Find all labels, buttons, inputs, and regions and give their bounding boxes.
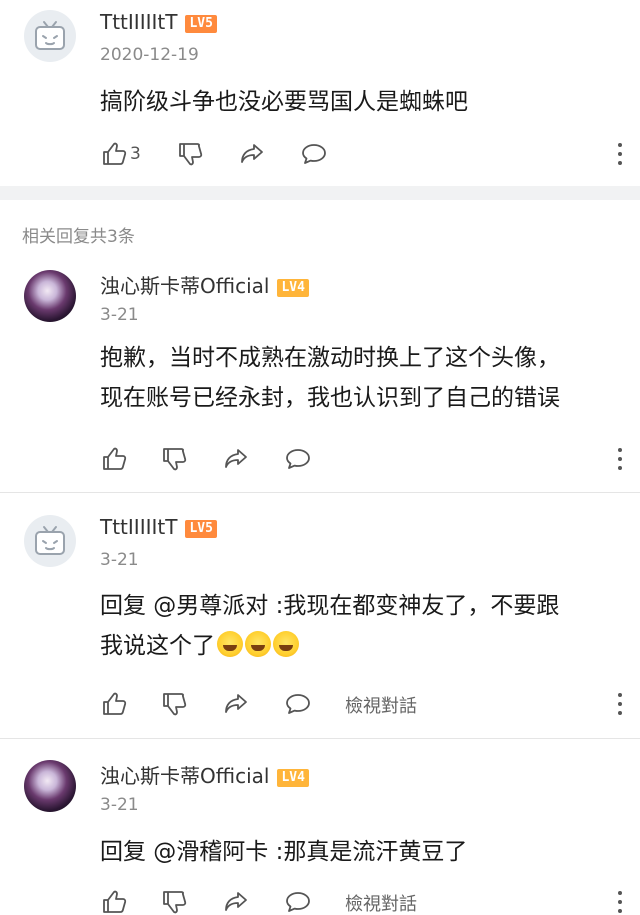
username-text: TttIIIIItT	[100, 515, 178, 539]
action-bar: 檢視對話	[100, 888, 624, 915]
avatar[interactable]	[24, 760, 76, 812]
share-button[interactable]	[222, 888, 250, 915]
reply-button[interactable]	[284, 445, 312, 473]
comment-text-line: 现在账号已经永封，我也认识到了自己的错误	[100, 385, 560, 411]
section-title: 相关回复共3条	[22, 227, 135, 247]
thumb-up-icon	[100, 140, 128, 168]
thumb-up-icon	[100, 690, 128, 718]
tv-avatar-icon	[24, 10, 76, 62]
reply-button[interactable]	[284, 690, 312, 718]
tv-avatar-icon	[24, 515, 76, 567]
comment-date: 3-21	[100, 795, 139, 815]
reply-button[interactable]	[284, 888, 312, 915]
thumb-up-icon	[100, 445, 128, 473]
more-vertical-icon[interactable]	[614, 140, 624, 168]
username[interactable]: 浊心斯卡蒂Official LV4	[100, 760, 309, 789]
view-conversation-link[interactable]: 檢視對話	[345, 890, 417, 915]
comment-text: 抱歉，当时不成熟在激动时换上了这个头像， 现在账号已经永封，我也认识到了自己的错…	[100, 338, 620, 418]
action-bar: 檢視對話	[100, 690, 624, 720]
comment-text-line: 搞阶级斗争也没必要骂国人是蜘蛛吧	[100, 89, 468, 115]
like-count: 3	[130, 144, 141, 164]
thumb-down-icon	[160, 445, 188, 473]
level-badge: LV5	[185, 519, 217, 538]
thumb-up-icon	[100, 888, 128, 915]
comment-icon	[300, 140, 328, 168]
username-text: TttIIIIItT	[100, 10, 178, 34]
username-text: 浊心斯卡蒂Official	[100, 764, 270, 788]
share-button[interactable]	[222, 690, 250, 718]
more-vertical-icon[interactable]	[614, 690, 624, 718]
share-icon	[222, 445, 250, 473]
username-text: 浊心斯卡蒂Official	[100, 274, 270, 298]
comment-text: 回复 @男尊派对 :我现在都变神友了，不要跟 我说这个了	[100, 586, 620, 666]
like-button[interactable]	[100, 445, 128, 473]
reply-button[interactable]	[300, 140, 328, 168]
comment-text-line: 抱歉，当时不成熟在激动时换上了这个头像，	[100, 345, 560, 371]
action-bar	[100, 445, 624, 475]
like-button[interactable]	[100, 690, 128, 718]
comment-icon	[284, 888, 312, 915]
action-bar: 3	[100, 140, 624, 170]
level-badge: LV5	[185, 14, 217, 33]
grin-sweat-emoji-icon	[245, 631, 271, 657]
more-vertical-icon[interactable]	[614, 445, 624, 473]
comment-text-line: 我说这个了	[100, 633, 215, 659]
thumb-down-icon	[176, 140, 204, 168]
avatar[interactable]	[24, 10, 76, 62]
grin-sweat-emoji-icon	[273, 631, 299, 657]
comment-text: 搞阶级斗争也没必要骂国人是蜘蛛吧	[100, 82, 620, 122]
comment-date: 2020-12-19	[100, 45, 199, 65]
grin-sweat-emoji-icon	[217, 631, 243, 657]
avatar[interactable]	[24, 270, 76, 322]
thumb-down-icon	[160, 888, 188, 915]
comment-date: 3-21	[100, 550, 139, 570]
dislike-button[interactable]	[160, 888, 188, 915]
comment-text: 回复 @滑稽阿卡 :那真是流汗黄豆了	[100, 832, 620, 872]
comment-date: 3-21	[100, 305, 139, 325]
share-icon	[238, 140, 266, 168]
share-button[interactable]	[238, 140, 266, 168]
username[interactable]: 浊心斯卡蒂Official LV4	[100, 270, 309, 299]
comment-text-line: 回复 @滑稽阿卡 :那真是流汗黄豆了	[100, 839, 468, 865]
thumb-down-icon	[160, 690, 188, 718]
view-conversation-link[interactable]: 檢視對話	[345, 692, 417, 718]
comment-icon	[284, 445, 312, 473]
dislike-button[interactable]	[160, 445, 188, 473]
level-badge: LV4	[277, 768, 309, 787]
like-button[interactable]	[100, 888, 128, 915]
divider	[0, 738, 640, 739]
avatar[interactable]	[24, 515, 76, 567]
level-badge: LV4	[277, 278, 309, 297]
username[interactable]: TttIIIIItT LV5	[100, 10, 217, 34]
share-button[interactable]	[222, 445, 250, 473]
like-button[interactable]: 3	[100, 140, 141, 168]
divider	[0, 492, 640, 493]
username[interactable]: TttIIIIItT LV5	[100, 515, 217, 539]
dislike-button[interactable]	[176, 140, 204, 168]
more-vertical-icon[interactable]	[614, 888, 624, 915]
dislike-button[interactable]	[160, 690, 188, 718]
comment-text-line-2: 我说这个了	[100, 626, 620, 666]
section-separator	[0, 186, 640, 200]
share-icon	[222, 690, 250, 718]
comment-icon	[284, 690, 312, 718]
comment-text-line: 回复 @男尊派对 :我现在都变神友了，不要跟	[100, 593, 560, 619]
share-icon	[222, 888, 250, 915]
